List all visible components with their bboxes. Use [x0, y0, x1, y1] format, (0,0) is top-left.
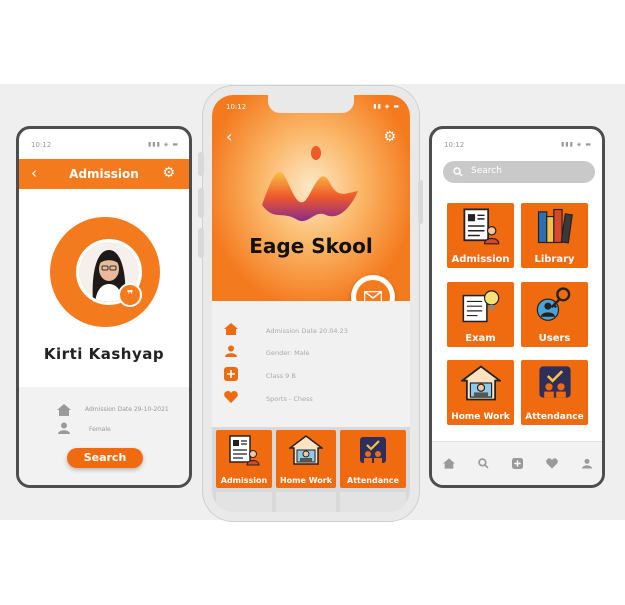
tile-label: Admission [451, 254, 510, 265]
settings-gear-icon[interactable]: ⚙ [162, 165, 175, 181]
admission-date-text: Admission Date 29-10-2021 [85, 406, 169, 413]
tile-label: Attendance [347, 476, 399, 485]
plus-icon[interactable] [512, 458, 523, 469]
home-icon [57, 404, 71, 416]
settings-gear-icon[interactable]: ⚙ [383, 129, 396, 145]
center-phone: 10:12 ▮▮ ◈ ▬ ‹ ⚙ Eage Skool Admission Da… [203, 86, 419, 521]
search-icon[interactable] [478, 458, 489, 469]
tile-library[interactable]: Library [521, 203, 588, 268]
tile-label: Home Work [451, 412, 510, 422]
info-text-2: Class 9 B [266, 372, 296, 380]
school-name: Eage Skool [249, 234, 373, 258]
info-card: Admission Date 29-10-2021 Female Search [19, 387, 189, 485]
tile-strip: Admission Home Work Attendance [212, 427, 410, 512]
status-time: 10:12 [226, 103, 247, 111]
right-phone: 10:12 ▮▮▮ ◈ ▬ Search Admission Library E… [429, 126, 605, 488]
tile-label: Library [534, 254, 575, 265]
admission-form-icon [463, 208, 500, 245]
tile-label: Admission [220, 476, 268, 485]
bottom-nav [432, 441, 602, 485]
tile-placeholder [216, 492, 272, 512]
heart-icon [224, 391, 238, 403]
tile-exam[interactable]: Exam [447, 282, 514, 347]
info-text-3: Sports - Chess [266, 395, 313, 403]
user-icon[interactable] [582, 458, 592, 469]
gender-text: Female [89, 426, 111, 433]
heart-icon[interactable] [546, 458, 558, 469]
search-icon [453, 167, 463, 177]
users-key-icon [536, 287, 571, 321]
tile-attendance[interactable]: Attendance [521, 360, 588, 425]
tile-label: Exam [465, 333, 496, 344]
admission-header: ‹ Admission ⚙ [19, 159, 189, 189]
volume-button [198, 188, 204, 218]
quote-badge[interactable]: ❞ [118, 283, 142, 307]
home-icon [224, 323, 238, 335]
tile-users[interactable]: Users [521, 282, 588, 347]
plus-icon [224, 367, 238, 381]
exam-icon [462, 290, 500, 323]
info-panel: Admission Date 20.04.23 Gender: Male Cla… [212, 301, 410, 427]
info-text-1: Gender: Male [266, 349, 310, 357]
status-icons: ▮▮ ◈ ▬ [373, 103, 400, 110]
profile-ring: ❞ [50, 217, 160, 327]
person-icon [225, 345, 237, 357]
status-icons: ▮▮▮ ◈ ▬ [147, 141, 179, 148]
power-button [418, 180, 423, 224]
tile-placeholder [276, 492, 336, 512]
person-icon [58, 422, 70, 434]
tile-label: Users [538, 333, 571, 344]
back-button[interactable]: ‹ [226, 127, 232, 146]
tile-attendance[interactable]: Attendance [340, 430, 406, 488]
tile-placeholder [340, 492, 406, 512]
volume-button [198, 228, 204, 258]
admission-form-icon [229, 435, 260, 466]
tile-admission[interactable]: Admission [216, 430, 272, 488]
tile-label: Attendance [525, 412, 584, 422]
attendance-icon [360, 437, 386, 463]
notch [268, 95, 354, 113]
tile-home-work[interactable]: Home Work [276, 430, 336, 488]
left-phone: 10:12 ▮▮▮ ◈ ▬ ‹ Admission ⚙ ❞ Kirti Kash… [16, 126, 192, 488]
home-work-icon [461, 365, 501, 401]
status-icons: ▮▮▮ ◈ ▬ [560, 141, 592, 148]
status-time: 10:12 [444, 141, 465, 149]
home-icon[interactable] [443, 458, 455, 469]
info-text-0: Admission Date 20.04.23 [266, 327, 348, 335]
search-placeholder: Search [471, 166, 502, 176]
search-bar[interactable]: Search [443, 161, 595, 183]
tile-home-work[interactable]: Home Work [447, 360, 514, 425]
tile-label: Home Work [279, 476, 333, 485]
search-button[interactable]: Search [67, 448, 143, 468]
attendance-icon [539, 366, 571, 398]
student-name: Kirti Kashyap [43, 345, 165, 363]
tile-admission[interactable]: Admission [447, 203, 514, 268]
school-logo-icon [262, 146, 358, 222]
home-work-icon [289, 435, 323, 465]
status-time: 10:12 [31, 141, 52, 149]
library-books-icon [537, 208, 573, 244]
volume-button [198, 152, 204, 176]
